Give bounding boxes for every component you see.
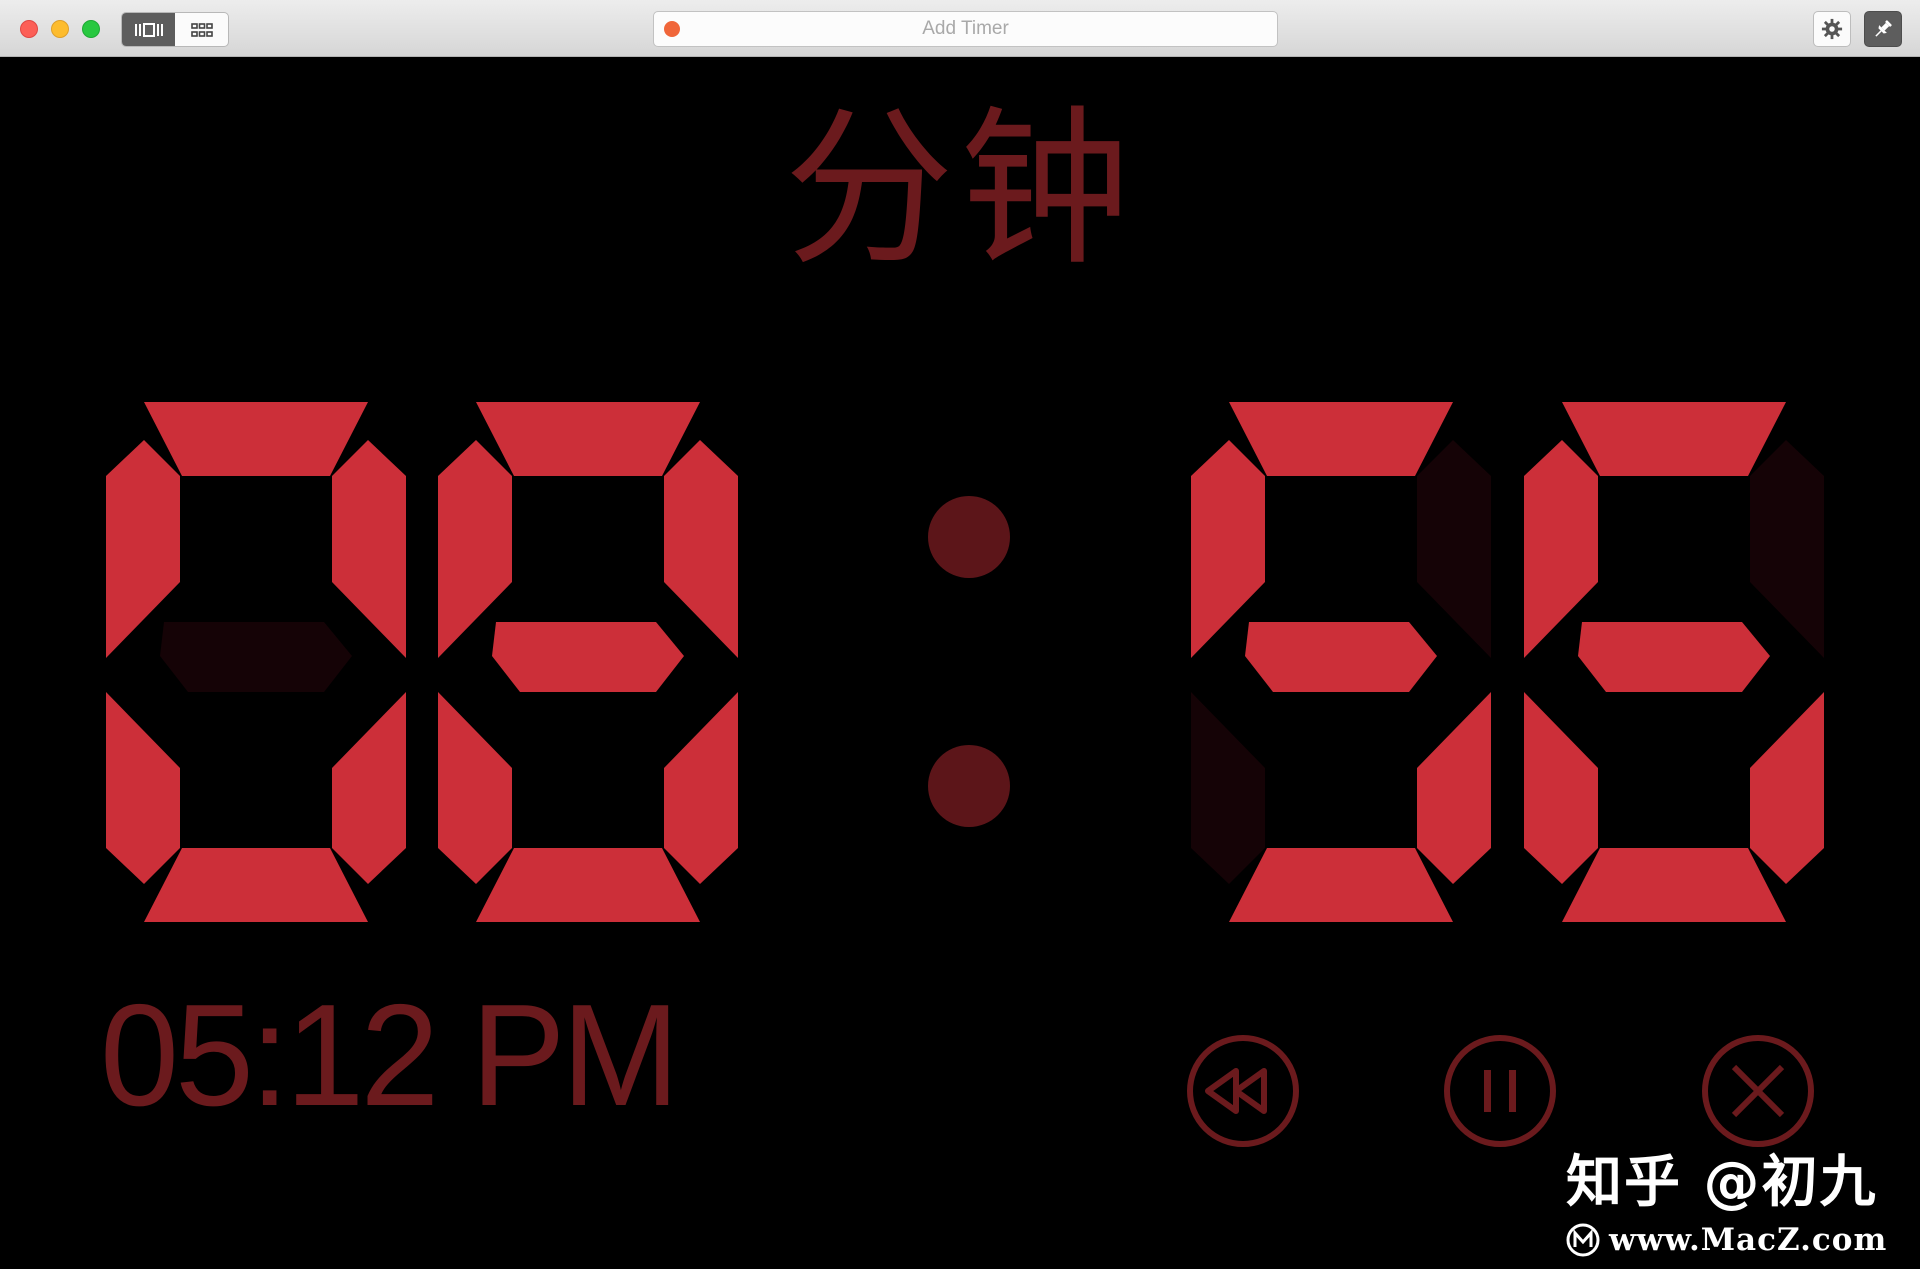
segment-g — [492, 622, 684, 692]
window-minimize-button[interactable] — [51, 20, 69, 38]
segment-c — [664, 692, 738, 884]
segment-g — [160, 622, 352, 692]
window-title-bar: Add Timer — [0, 0, 1920, 57]
close-button[interactable] — [1701, 1034, 1815, 1148]
segment-e — [438, 692, 512, 884]
segment-e — [1191, 692, 1265, 884]
seconds-ones-digit — [1524, 402, 1824, 922]
segment-a — [1562, 402, 1786, 476]
timer-unit-label: 分钟 — [783, 91, 1136, 289]
segment-a — [476, 402, 700, 476]
minutes-tens-digit — [106, 402, 406, 922]
carousel-view-icon — [134, 22, 163, 37]
current-time: 05:12 PM — [100, 974, 680, 1137]
view-mode-segmented-control — [121, 12, 229, 47]
rewind-button[interactable] — [1186, 1034, 1300, 1148]
segment-c — [1417, 692, 1491, 884]
carousel-view-button[interactable] — [122, 13, 175, 46]
segment-b — [664, 440, 738, 658]
colon-dot-top — [928, 496, 1010, 578]
window-close-button[interactable] — [20, 20, 38, 38]
segment-g — [1245, 622, 1437, 692]
watermark-site-text: www.MacZ.com — [1609, 1222, 1888, 1258]
segment-b — [1417, 440, 1491, 658]
segment-a — [1229, 402, 1453, 476]
segment-d — [144, 848, 368, 922]
grid-view-button[interactable] — [175, 13, 228, 46]
segment-a — [144, 402, 368, 476]
segment-d — [1229, 848, 1453, 922]
pause-button[interactable] — [1443, 1034, 1557, 1148]
segment-b — [1750, 440, 1824, 658]
seconds-tens-digit — [1191, 402, 1491, 922]
macz-logo-icon — [1566, 1223, 1600, 1257]
watermark-site: www.MacZ.com — [1565, 1222, 1887, 1258]
add-timer-placeholder: Add Timer — [922, 18, 1009, 39]
pin-button[interactable] — [1864, 11, 1902, 47]
segment-g — [1578, 622, 1770, 692]
segment-c — [1750, 692, 1824, 884]
grid-view-icon — [190, 22, 213, 37]
close-icon — [1702, 1035, 1814, 1147]
rewind-icon — [1187, 1035, 1299, 1147]
segment-d — [476, 848, 700, 922]
segment-d — [1562, 848, 1786, 922]
segment-c — [332, 692, 406, 884]
pause-icon — [1444, 1035, 1556, 1147]
add-timer-field[interactable]: Add Timer — [653, 11, 1278, 47]
settings-button[interactable] — [1813, 11, 1851, 47]
segment-e — [106, 692, 180, 884]
minutes-ones-digit — [438, 402, 738, 922]
colon-dot-bottom — [928, 745, 1010, 827]
window-zoom-button[interactable] — [82, 20, 100, 38]
gear-icon — [1821, 18, 1843, 40]
pin-icon — [1875, 20, 1892, 37]
segment-b — [332, 440, 406, 658]
watermark-zhihu: 知乎 @初九 — [1566, 1150, 1878, 1215]
segment-e — [1524, 692, 1598, 884]
